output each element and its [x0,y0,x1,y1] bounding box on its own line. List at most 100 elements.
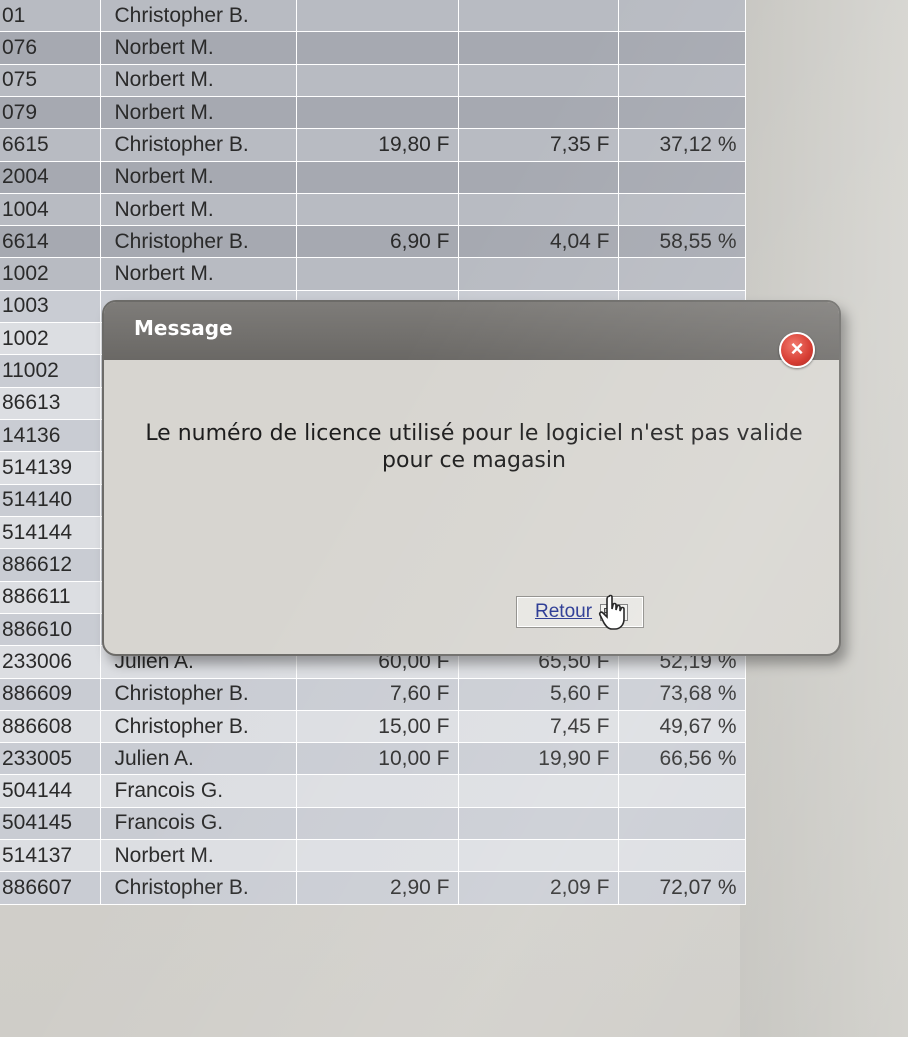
row-cost: 5,60 F [458,678,619,711]
row-name: Christopher B. [100,678,297,711]
row-code: 1002 [0,322,101,356]
row-name: Norbert M. [100,193,297,227]
table-row[interactable]: 514137 Norbert M. [0,839,746,873]
row-name: Norbert M. [100,161,297,194]
row-price: 15,00 F [296,710,459,744]
row-code: 6615 [0,128,101,162]
row-margin [618,64,746,97]
retour-button-label: Retour [535,601,593,622]
table-row[interactable]: 886607 Christopher B. 2,90 F 2,09 F 72,07 % [0,871,746,905]
row-code: 514137 [0,839,101,873]
row-cost [458,0,619,33]
row-price: 6,90 F [296,225,459,259]
dialog-titlebar: Message [104,302,839,360]
row-code: 079 [0,96,101,130]
row-price [296,839,459,873]
row-price: 10,00 F [296,742,459,776]
row-margin [618,839,746,873]
row-code: 886612 [0,548,101,582]
row-code: 076 [0,31,101,65]
row-margin [618,257,746,291]
table-row[interactable]: 6614 Christopher B. 6,90 F 4,04 F 58,55 % [0,225,746,259]
row-cost [458,193,619,227]
row-name: Norbert M. [100,31,297,65]
row-margin [618,31,746,65]
row-name: Francois G. [100,774,297,808]
row-code: 504144 [0,774,101,808]
row-name: Francois G. [100,807,297,841]
row-code: 14136 [0,419,101,453]
row-cost [458,64,619,97]
row-margin: 49,67 % [618,710,746,744]
row-cost: 2,09 F [458,871,619,905]
row-margin: 37,12 % [618,128,746,162]
message-dialog: Message × Le numéro de licence utilisé p… [102,300,841,656]
row-price [296,193,459,227]
row-code: 233006 [0,645,101,679]
row-name: Christopher B. [100,871,297,905]
row-code: 86613 [0,387,101,421]
row-cost: 7,45 F [458,710,619,744]
table-row[interactable]: 233005 Julien A. 10,00 F 19,90 F 66,56 % [0,742,746,776]
row-cost [458,839,619,873]
row-code: 514140 [0,484,101,517]
row-name: Norbert M. [100,839,297,873]
close-button[interactable]: × [779,332,815,368]
row-code: 01 [0,0,101,33]
row-price: 7,60 F [296,678,459,711]
row-cost [458,96,619,130]
row-name: Norbert M. [100,257,297,291]
table-row[interactable]: 01 Christopher B. [0,0,746,33]
table-row[interactable]: 1004 Norbert M. [0,193,746,227]
message-line-1: Le numéro de licence utilisé pour le log… [145,421,803,446]
row-code: 504145 [0,807,101,841]
row-code: 6614 [0,225,101,259]
table-row[interactable]: 1002 Norbert M. [0,257,746,291]
row-code: 075 [0,64,101,97]
table-row[interactable]: 886609 Christopher B. 7,60 F 5,60 F 73,68 % [0,678,746,711]
row-name: Christopher B. [100,225,297,259]
row-price [296,31,459,65]
row-cost: 4,04 F [458,225,619,259]
table-row[interactable]: 504145 Francois G. [0,807,746,841]
row-price [296,257,459,291]
row-margin [618,96,746,130]
table-row[interactable]: 2004 Norbert M. [0,161,746,194]
row-code: 886611 [0,581,101,614]
row-price [296,807,459,841]
row-code: 1003 [0,290,101,324]
row-cost [458,257,619,291]
dialog-title: Message [134,316,233,340]
row-name: Christopher B. [100,128,297,162]
row-price [296,774,459,808]
row-code: 2004 [0,161,101,194]
row-code: 1004 [0,193,101,227]
row-code: 886607 [0,871,101,905]
table-row[interactable]: 076 Norbert M. [0,31,746,65]
row-margin [618,807,746,841]
row-price [296,161,459,194]
row-cost: 7,35 F [458,128,619,162]
hand-pointer-icon [598,594,625,630]
row-margin: 73,68 % [618,678,746,711]
close-icon: × [790,336,804,361]
row-margin [618,0,746,33]
row-code: 886609 [0,678,101,711]
row-code: 514139 [0,451,101,485]
row-margin: 72,07 % [618,871,746,905]
row-price [296,96,459,130]
table-row[interactable]: 6615 Christopher B. 19,80 F 7,35 F 37,12 % [0,128,746,162]
row-cost [458,161,619,194]
table-row[interactable]: 504144 Francois G. [0,774,746,808]
row-code: 886610 [0,613,101,647]
row-price: 2,90 F [296,871,459,905]
table-row[interactable]: 079 Norbert M. [0,96,746,130]
row-code: 886608 [0,710,101,744]
dialog-message: Le numéro de licence utilisé pour le log… [134,420,814,474]
table-row[interactable]: 886608 Christopher B. 15,00 F 7,45 F 49,67 % [0,710,746,744]
row-cost: 19,90 F [458,742,619,776]
row-cost [458,774,619,808]
table-row[interactable]: 075 Norbert M. [0,64,746,97]
row-name: Julien A. [100,742,297,776]
row-price [296,0,459,33]
